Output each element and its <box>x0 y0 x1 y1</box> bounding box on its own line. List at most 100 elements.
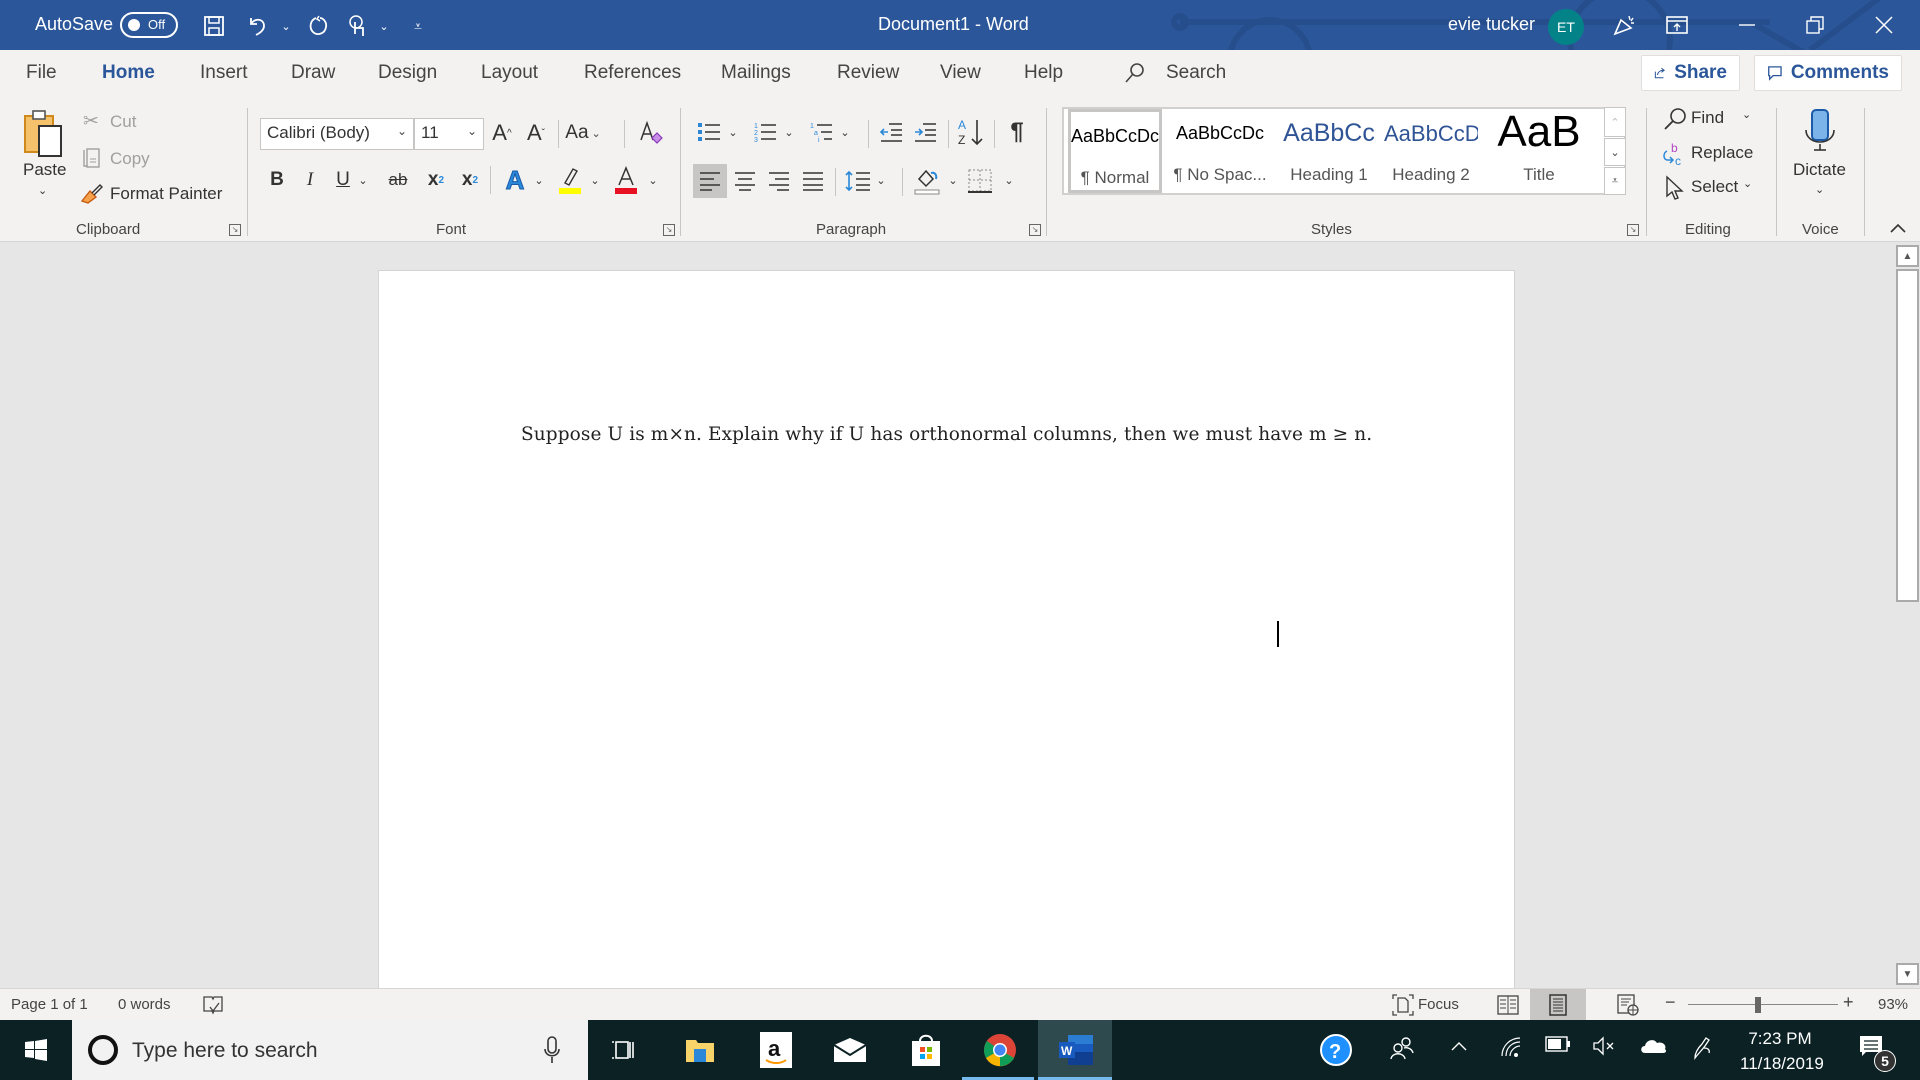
touch-mode-icon[interactable] <box>344 12 372 40</box>
text-effects-dropdown-icon[interactable]: ⌄ <box>532 166 546 194</box>
search-box[interactable]: Search <box>1166 62 1226 84</box>
shading-dropdown-icon[interactable]: ⌄ <box>946 166 960 194</box>
battery-icon[interactable] <box>1545 1036 1571 1058</box>
bullets-icon[interactable] <box>694 116 724 148</box>
tab-design[interactable]: Design <box>378 62 437 84</box>
document-page[interactable]: Suppose U is m×n. Explain why if U has o… <box>378 270 1515 988</box>
styles-dialog-launcher[interactable]: ↘ <box>1627 224 1639 236</box>
document-text[interactable]: Suppose U is m×n. Explain why if U has o… <box>521 424 1372 445</box>
zoom-in-button[interactable]: + <box>1843 992 1854 1013</box>
cut-button[interactable]: Cut <box>110 112 136 132</box>
style-normal[interactable]: AaBbCcDc ¶ Normal <box>1068 109 1162 193</box>
save-icon[interactable] <box>200 12 228 40</box>
select-dropdown-icon[interactable]: ⌄ <box>1743 177 1752 190</box>
tab-view[interactable]: View <box>940 62 981 84</box>
scrollbar-thumb[interactable] <box>1896 269 1919 602</box>
tab-references[interactable]: References <box>584 62 681 84</box>
store-icon[interactable] <box>906 1030 946 1070</box>
tab-file[interactable]: File <box>26 62 57 84</box>
system-clock[interactable]: 7:23 PM 11/18/2019 <box>1740 1026 1824 1076</box>
style-heading-2[interactable]: AaBbCcD Heading 2 <box>1384 109 1478 193</box>
style-title[interactable]: AaB Title <box>1480 107 1598 193</box>
customize-qat-icon[interactable]: ⩡ <box>404 12 432 40</box>
font-size-combo[interactable]: 11 ⌄ <box>414 118 484 150</box>
mail-icon[interactable] <box>830 1030 870 1070</box>
underline-button[interactable]: U <box>332 166 354 194</box>
web-layout-icon[interactable] <box>1614 993 1642 1017</box>
ribbon-display-options-icon[interactable] <box>1645 0 1709 50</box>
file-explorer-icon[interactable] <box>680 1030 720 1070</box>
autosave-toggle[interactable]: Off <box>120 12 178 38</box>
microphone-icon[interactable] <box>544 1036 560 1069</box>
italic-button[interactable]: I <box>299 166 321 194</box>
gallery-scroll-up-icon[interactable]: ⌃ <box>1604 107 1626 137</box>
tab-insert[interactable]: Insert <box>200 62 248 84</box>
find-dropdown-icon[interactable]: ⌄ <box>1742 108 1751 121</box>
dictate-dropdown-icon[interactable]: ⌄ <box>1815 183 1824 196</box>
highlight-dropdown-icon[interactable]: ⌄ <box>588 166 602 194</box>
print-layout-icon[interactable] <box>1530 989 1586 1021</box>
numbering-icon[interactable]: 123 <box>750 116 780 148</box>
shading-icon[interactable] <box>912 164 944 198</box>
share-button[interactable]: Share <box>1641 55 1740 91</box>
minimize-icon[interactable] <box>1715 0 1779 50</box>
wifi-icon[interactable] <box>1500 1036 1522 1064</box>
replace-button[interactable]: Replace <box>1691 143 1753 163</box>
onedrive-icon[interactable] <box>1640 1036 1668 1060</box>
style-no-spacing[interactable]: AaBbCcDc ¶ No Spac... <box>1166 109 1274 193</box>
highlight-color-icon[interactable] <box>556 164 584 196</box>
collapse-ribbon-icon[interactable] <box>1886 218 1910 238</box>
gallery-scroll-down-icon[interactable]: ⌄ <box>1604 138 1626 166</box>
font-dialog-launcher[interactable]: ↘ <box>663 224 675 236</box>
find-button[interactable]: Find <box>1691 108 1724 128</box>
zoom-slider-thumb[interactable] <box>1755 997 1761 1013</box>
grow-font-icon[interactable]: A ^ <box>488 118 516 148</box>
dictate-button[interactable]: Dictate <box>1793 160 1846 180</box>
font-color-icon[interactable] <box>612 164 640 196</box>
zoom-slider-track[interactable] <box>1688 1004 1838 1005</box>
microphone-icon[interactable] <box>1800 106 1840 156</box>
scroll-up-icon[interactable]: ▲ <box>1896 245 1919 267</box>
justify-icon[interactable] <box>796 164 830 198</box>
user-name[interactable]: evie tucker <box>1448 14 1535 35</box>
undo-icon[interactable] <box>244 12 272 40</box>
vertical-scrollbar[interactable]: ▲ ▼ <box>1895 243 1920 988</box>
select-button[interactable]: Select <box>1691 177 1738 197</box>
undo-dropdown-icon[interactable]: ⌄ <box>272 12 300 40</box>
pen-workspace-icon[interactable] <box>1692 1036 1714 1066</box>
increase-indent-icon[interactable] <box>910 116 940 148</box>
style-heading-1[interactable]: AaBbCc Heading 1 <box>1276 109 1382 193</box>
align-right-icon[interactable] <box>762 164 796 198</box>
superscript-button[interactable]: x2 <box>458 166 482 194</box>
tab-home[interactable]: Home <box>102 62 155 84</box>
show-formatting-marks-icon[interactable]: ¶ <box>1002 116 1032 148</box>
subscript-button[interactable]: x2 <box>424 166 448 194</box>
paste-button[interactable]: Paste <box>23 160 66 180</box>
tab-help[interactable]: Help <box>1024 62 1063 84</box>
paragraph-dialog-launcher[interactable]: ↘ <box>1029 224 1041 236</box>
help-icon[interactable]: ? <box>1316 1030 1356 1070</box>
taskbar-search-box[interactable]: Type here to search <box>72 1020 588 1080</box>
multilevel-list-icon[interactable]: 1ai <box>806 116 836 148</box>
tab-layout[interactable]: Layout <box>481 62 538 84</box>
text-effects-icon[interactable]: A <box>500 164 530 196</box>
change-case-button[interactable]: Aa ⌄ <box>565 118 600 148</box>
word-icon[interactable]: W <box>1056 1030 1096 1070</box>
focus-icon[interactable] <box>1392 993 1414 1017</box>
font-name-combo[interactable]: Calibri (Body) ⌄ <box>260 118 414 150</box>
clipboard-dialog-launcher[interactable]: ↘ <box>229 224 241 236</box>
borders-dropdown-icon[interactable]: ⌄ <box>1002 166 1016 194</box>
tab-review[interactable]: Review <box>837 62 899 84</box>
align-left-icon[interactable] <box>693 164 727 198</box>
bullets-dropdown-icon[interactable]: ⌄ <box>726 118 740 146</box>
volume-muted-icon[interactable] <box>1592 1036 1616 1062</box>
page-count[interactable]: Page 1 of 1 <box>11 996 88 1013</box>
shrink-font-icon[interactable]: Aˇ <box>522 118 550 148</box>
read-mode-icon[interactable] <box>1494 993 1522 1017</box>
avatar[interactable]: ET <box>1548 9 1584 45</box>
redo-icon[interactable] <box>304 12 332 40</box>
bold-button[interactable]: B <box>266 166 288 194</box>
chrome-icon[interactable] <box>980 1030 1020 1070</box>
scroll-down-icon[interactable]: ▼ <box>1896 963 1919 985</box>
decrease-indent-icon[interactable] <box>876 116 906 148</box>
